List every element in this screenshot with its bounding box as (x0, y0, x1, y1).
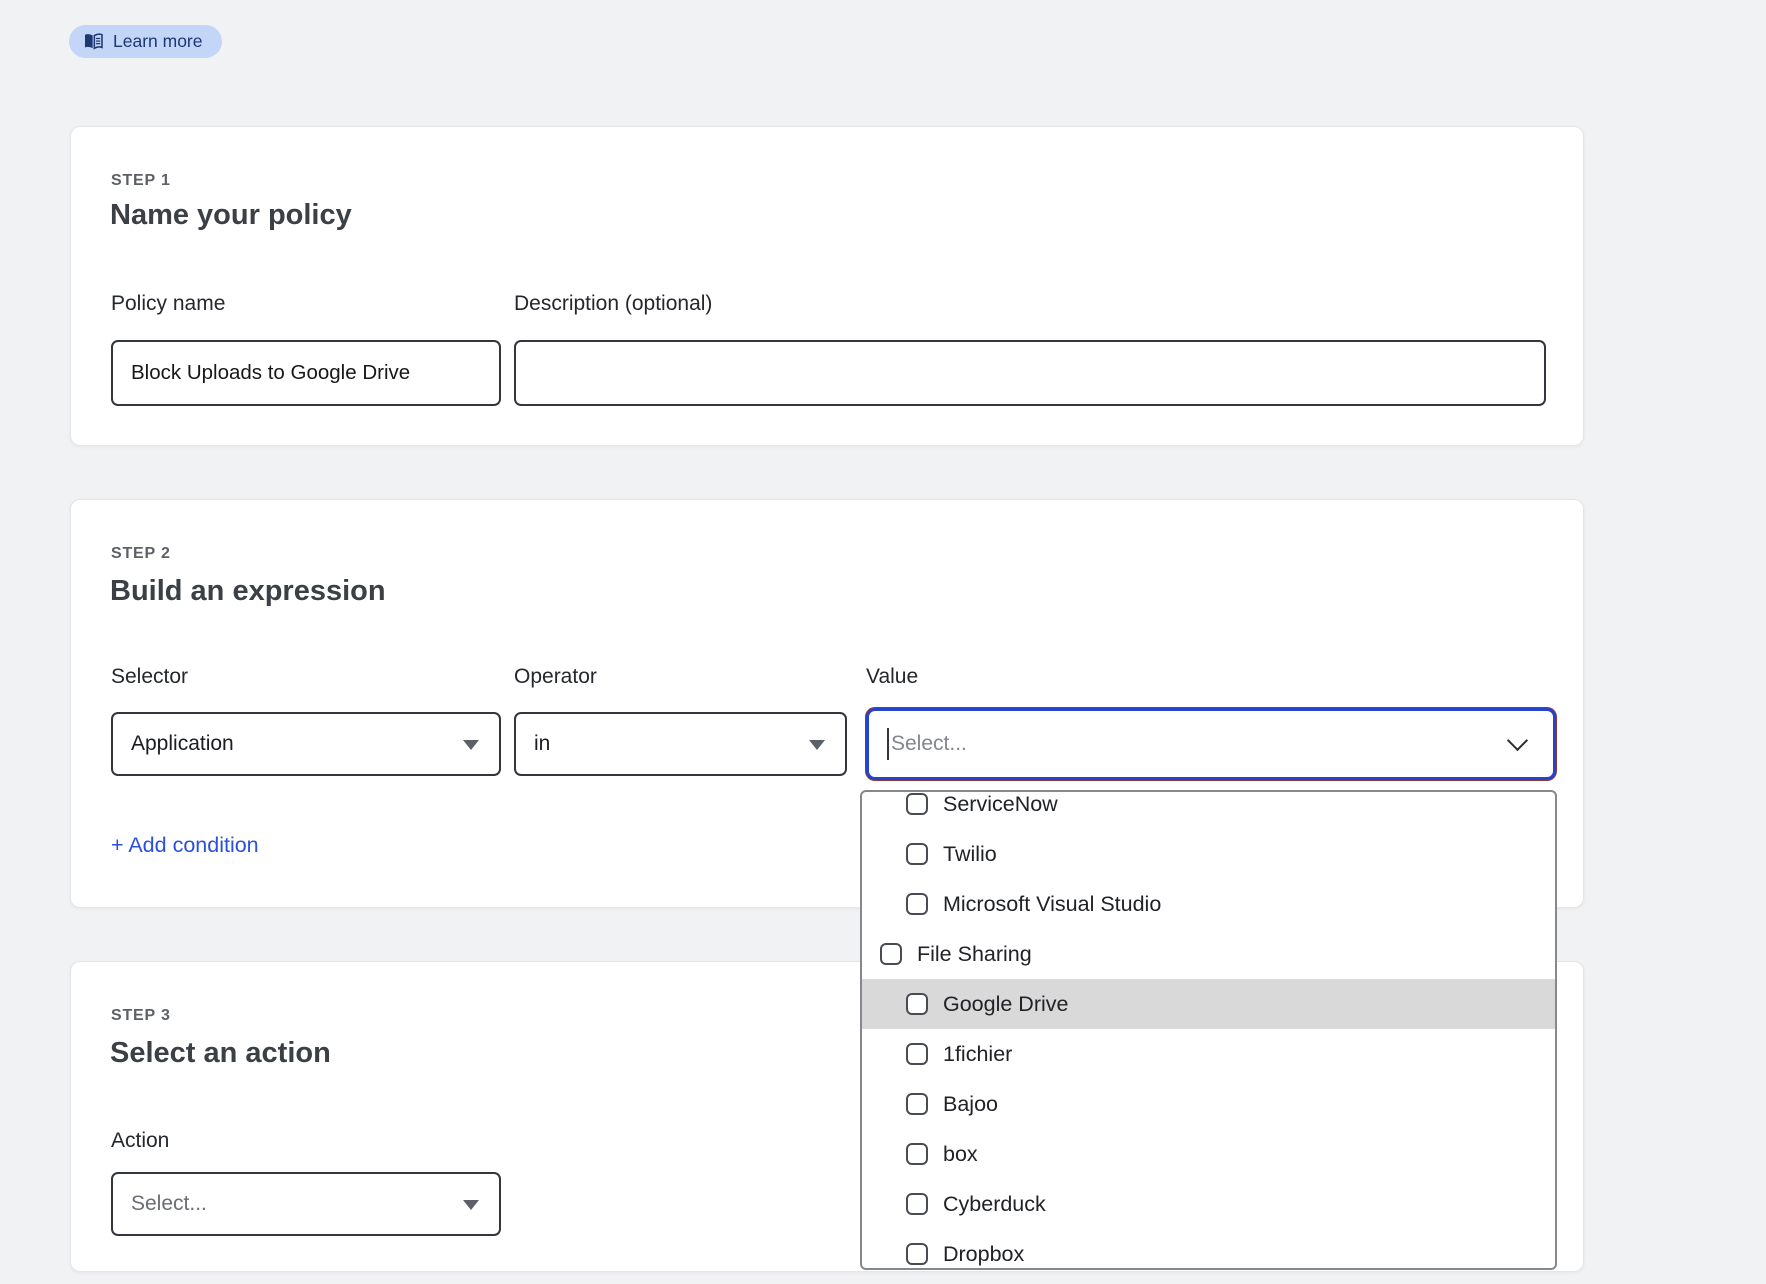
caret-down-icon (809, 740, 825, 750)
operator-label: Operator (514, 665, 597, 689)
dropdown-option[interactable]: ServiceNow (862, 790, 1555, 829)
operator-select[interactable]: in (514, 712, 847, 776)
step2-title: Build an expression (110, 575, 386, 608)
value-placeholder: Select... (891, 732, 967, 756)
dropdown-option[interactable]: Microsoft Visual Studio (862, 879, 1555, 929)
caret-down-icon (463, 1200, 479, 1210)
selector-select[interactable]: Application (111, 712, 501, 776)
operator-value: in (534, 732, 550, 756)
dropdown-option[interactable]: Google Drive (862, 979, 1555, 1029)
option-label: Bajoo (943, 1092, 998, 1117)
dropdown-option[interactable]: Twilio (862, 829, 1555, 879)
checkbox[interactable] (906, 1043, 928, 1065)
option-label: Twilio (943, 842, 997, 867)
value-combobox[interactable]: Select... (866, 708, 1556, 780)
step1-title: Name your policy (110, 199, 352, 232)
option-label: Microsoft Visual Studio (943, 892, 1161, 917)
option-label: 1fichier (943, 1042, 1012, 1067)
checkbox[interactable] (906, 793, 928, 815)
dropdown-option[interactable]: Cyberduck (862, 1179, 1555, 1229)
learn-more-label: Learn more (113, 31, 203, 52)
dropdown-option[interactable]: Bajoo (862, 1079, 1555, 1129)
action-select[interactable]: Select... (111, 1172, 501, 1236)
checkbox[interactable] (880, 943, 902, 965)
learn-more-button[interactable]: Learn more (69, 25, 222, 58)
option-label: File Sharing (917, 942, 1032, 967)
selector-label: Selector (111, 665, 188, 689)
step1-card: STEP 1 Name your policy Policy name Desc… (70, 126, 1584, 446)
option-label: ServiceNow (943, 792, 1058, 817)
dropdown-option[interactable]: 1fichier (862, 1029, 1555, 1079)
description-label: Description (optional) (514, 292, 712, 316)
checkbox[interactable] (906, 1193, 928, 1215)
policy-name-input[interactable] (111, 340, 501, 406)
action-placeholder: Select... (131, 1192, 207, 1216)
add-condition-link[interactable]: + Add condition (111, 833, 259, 858)
checkbox[interactable] (906, 843, 928, 865)
checkbox[interactable] (906, 1243, 928, 1265)
policy-name-label: Policy name (111, 292, 225, 316)
checkbox[interactable] (906, 893, 928, 915)
action-label: Action (111, 1129, 169, 1153)
dropdown-option[interactable]: box (862, 1129, 1555, 1179)
option-label: box (943, 1142, 978, 1167)
step3-title: Select an action (110, 1037, 331, 1070)
option-label: Google Drive (943, 992, 1068, 1017)
book-icon (83, 33, 104, 50)
chevron-down-icon (1507, 730, 1528, 751)
value-label: Value (866, 665, 918, 689)
text-cursor (887, 728, 889, 760)
checkbox[interactable] (906, 993, 928, 1015)
option-label: Cyberduck (943, 1192, 1046, 1217)
step3-step-label: STEP 3 (111, 1007, 171, 1025)
step2-step-label: STEP 2 (111, 545, 171, 563)
dropdown-option[interactable]: File Sharing (862, 929, 1555, 979)
dropdown-option-list: ServiceNow Twilio Microsoft Visual Studi… (862, 790, 1555, 1270)
step1-step-label: STEP 1 (111, 172, 171, 190)
option-label: Dropbox (943, 1242, 1024, 1267)
checkbox[interactable] (906, 1093, 928, 1115)
description-input[interactable] (514, 340, 1546, 406)
dropdown-option[interactable]: Dropbox (862, 1229, 1555, 1270)
caret-down-icon (463, 740, 479, 750)
checkbox[interactable] (906, 1143, 928, 1165)
value-dropdown-menu: ServiceNow Twilio Microsoft Visual Studi… (860, 790, 1557, 1270)
selector-value: Application (131, 732, 234, 756)
